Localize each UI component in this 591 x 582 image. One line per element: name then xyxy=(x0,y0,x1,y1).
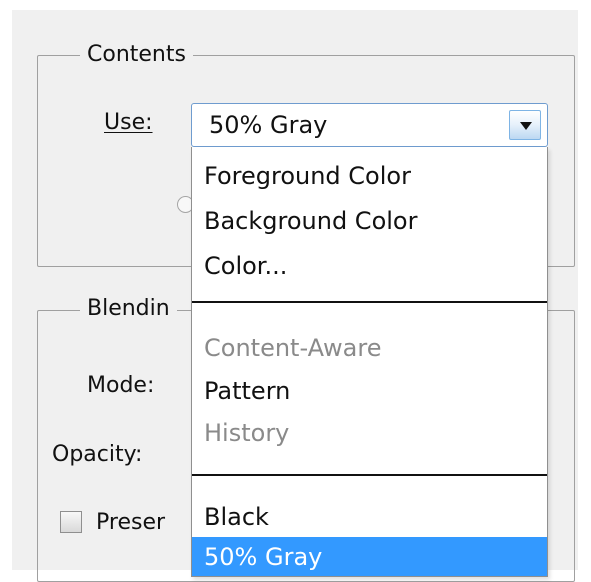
use-label: Use: xyxy=(104,108,153,138)
menu-item-pattern[interactable]: Pattern xyxy=(192,374,547,408)
contents-legend: Contents xyxy=(80,41,193,69)
menu-item-content-aware: Content-Aware xyxy=(204,334,382,362)
menu-item-black[interactable]: Black xyxy=(192,500,547,534)
photoshop-fill-dialog-crop: Contents Use: 50% Gray Blendin Mode: Opa… xyxy=(0,0,591,582)
opacity-label: Opacity: xyxy=(52,442,143,467)
menu-item-history: History xyxy=(204,419,290,447)
use-select-button[interactable] xyxy=(509,110,541,140)
mode-label: Mode: xyxy=(87,373,155,398)
menu-item-color[interactable]: Color... xyxy=(192,249,547,283)
menu-separator-1 xyxy=(192,301,547,303)
menu-item-background-color[interactable]: Background Color xyxy=(192,204,547,238)
menu-item-foreground-color[interactable]: Foreground Color xyxy=(192,159,547,193)
preserve-transparency-checkbox[interactable] xyxy=(60,511,82,533)
blending-legend: Blendin xyxy=(80,295,177,323)
preserve-transparency-label: Preser xyxy=(96,510,166,535)
use-select-value: 50% Gray xyxy=(209,111,328,139)
menu-item-50-percent-gray[interactable]: 50% Gray xyxy=(192,537,547,576)
use-select[interactable]: 50% Gray xyxy=(191,103,548,147)
use-label-mnemonic: Use: xyxy=(104,110,153,135)
use-dropdown-menu[interactable]: Foreground Color Background Color Color.… xyxy=(191,147,548,577)
chevron-down-icon xyxy=(520,122,532,130)
menu-separator-2 xyxy=(192,474,547,476)
